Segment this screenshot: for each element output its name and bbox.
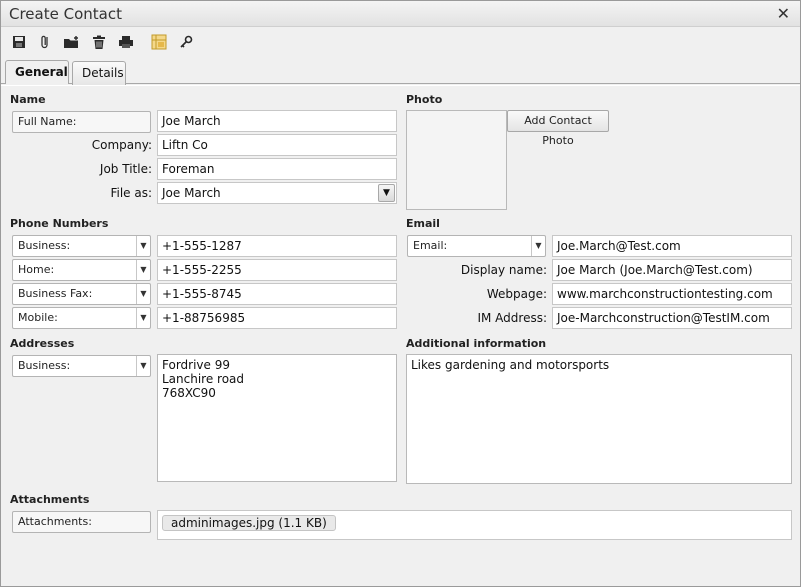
phone-type-value: Mobile:	[18, 311, 58, 324]
additional-info-text: Likes gardening and motorsports	[411, 358, 610, 372]
address-textarea[interactable]: Fordrive 99 Lanchire road 768XC90	[157, 354, 397, 482]
attachments-section-title: Attachments	[10, 493, 90, 506]
phone-type-select[interactable]: Business Fax: ▼	[12, 283, 151, 305]
file-as-value: Joe March	[162, 186, 221, 200]
webpage-input[interactable]: www.marchconstructiontesting.com	[552, 283, 792, 305]
additional-info-textarea[interactable]: Likes gardening and motorsports	[406, 354, 792, 484]
chevron-down-icon[interactable]: ▼	[136, 308, 150, 328]
phone-input[interactable]: +1-555-1287	[157, 235, 397, 257]
chevron-down-icon[interactable]: ▼	[136, 260, 150, 280]
general-panel: Name Full Name: Joe March Company: Liftn…	[1, 85, 800, 582]
phone-type-select[interactable]: Business: ▼	[12, 235, 151, 257]
company-input[interactable]: Liftn Co	[157, 134, 397, 156]
company-label: Company:	[91, 138, 152, 152]
paperclip-icon[interactable]	[36, 33, 54, 51]
window-title: Create Contact	[9, 5, 122, 23]
webpage-label: Webpage:	[486, 287, 547, 301]
contact-photo-placeholder	[406, 110, 507, 210]
phone-type-value: Business:	[18, 239, 71, 252]
display-name-input[interactable]: Joe March (Joe.March@Test.com)	[552, 259, 792, 281]
photo-section-title: Photo	[406, 93, 443, 106]
file-as-combobox[interactable]: Joe March ▼	[157, 182, 397, 204]
address-type-select[interactable]: Business: ▼	[12, 355, 151, 377]
addresses-section-title: Addresses	[10, 337, 75, 350]
close-icon[interactable]: ✕	[777, 4, 790, 23]
title-bar: Create Contact ✕	[1, 1, 800, 27]
full-name-button[interactable]: Full Name:	[12, 111, 151, 133]
chevron-down-icon[interactable]: ▼	[378, 184, 395, 202]
tab-details[interactable]: Details	[72, 61, 126, 85]
add-folder-icon[interactable]	[63, 33, 81, 51]
create-contact-window: Create Contact ✕ General Details Name Fu…	[0, 0, 801, 587]
attachments-button[interactable]: Attachments:	[12, 511, 151, 533]
phone-input[interactable]: +1-555-2255	[157, 259, 397, 281]
chevron-down-icon[interactable]: ▼	[531, 236, 545, 256]
address-line: 768XC90	[162, 386, 216, 400]
email-section-title: Email	[406, 217, 440, 230]
attachment-chip[interactable]: adminimages.jpg (1.1 KB)	[162, 515, 336, 531]
phone-type-select[interactable]: Mobile: ▼	[12, 307, 151, 329]
tab-general[interactable]: General	[5, 60, 69, 84]
email-type-select[interactable]: Email: ▼	[407, 235, 546, 257]
print-icon[interactable]	[117, 33, 135, 51]
job-title-label: Job Title:	[99, 162, 152, 176]
phone-type-select[interactable]: Home: ▼	[12, 259, 151, 281]
email-type-value: Email:	[413, 239, 448, 252]
trash-icon[interactable]	[90, 33, 108, 51]
address-line: Lanchire road	[162, 372, 245, 386]
additional-info-section-title: Additional information	[406, 337, 547, 350]
display-name-label: Display name:	[460, 263, 547, 277]
phone-type-value: Home:	[18, 263, 55, 276]
address-book-icon[interactable]	[150, 33, 168, 51]
im-address-input[interactable]: Joe-Marchconstruction@TestIM.com	[552, 307, 792, 329]
email-input[interactable]: Joe.March@Test.com	[552, 235, 792, 257]
address-line: Fordrive 99	[162, 358, 230, 372]
phone-input[interactable]: +1-88756985	[157, 307, 397, 329]
tab-strip: General Details	[1, 59, 800, 85]
save-icon[interactable]	[10, 33, 28, 51]
address-type-value: Business:	[18, 359, 71, 372]
phone-type-value: Business Fax:	[18, 287, 93, 300]
chevron-down-icon[interactable]: ▼	[136, 356, 150, 376]
file-as-label: File as:	[110, 186, 152, 200]
add-contact-photo-button[interactable]: Add Contact Photo	[507, 110, 609, 147]
key-icon[interactable]	[177, 33, 195, 51]
chevron-down-icon[interactable]: ▼	[136, 284, 150, 304]
im-address-label: IM Address:	[477, 311, 547, 325]
phone-input[interactable]: +1-555-8745	[157, 283, 397, 305]
phone-section-title: Phone Numbers	[10, 217, 109, 230]
job-title-input[interactable]: Foreman	[157, 158, 397, 180]
name-section-title: Name	[10, 93, 46, 106]
full-name-input[interactable]: Joe March	[157, 110, 397, 132]
toolbar	[1, 28, 800, 58]
attachments-field: adminimages.jpg (1.1 KB)	[157, 510, 792, 540]
chevron-down-icon[interactable]: ▼	[136, 236, 150, 256]
